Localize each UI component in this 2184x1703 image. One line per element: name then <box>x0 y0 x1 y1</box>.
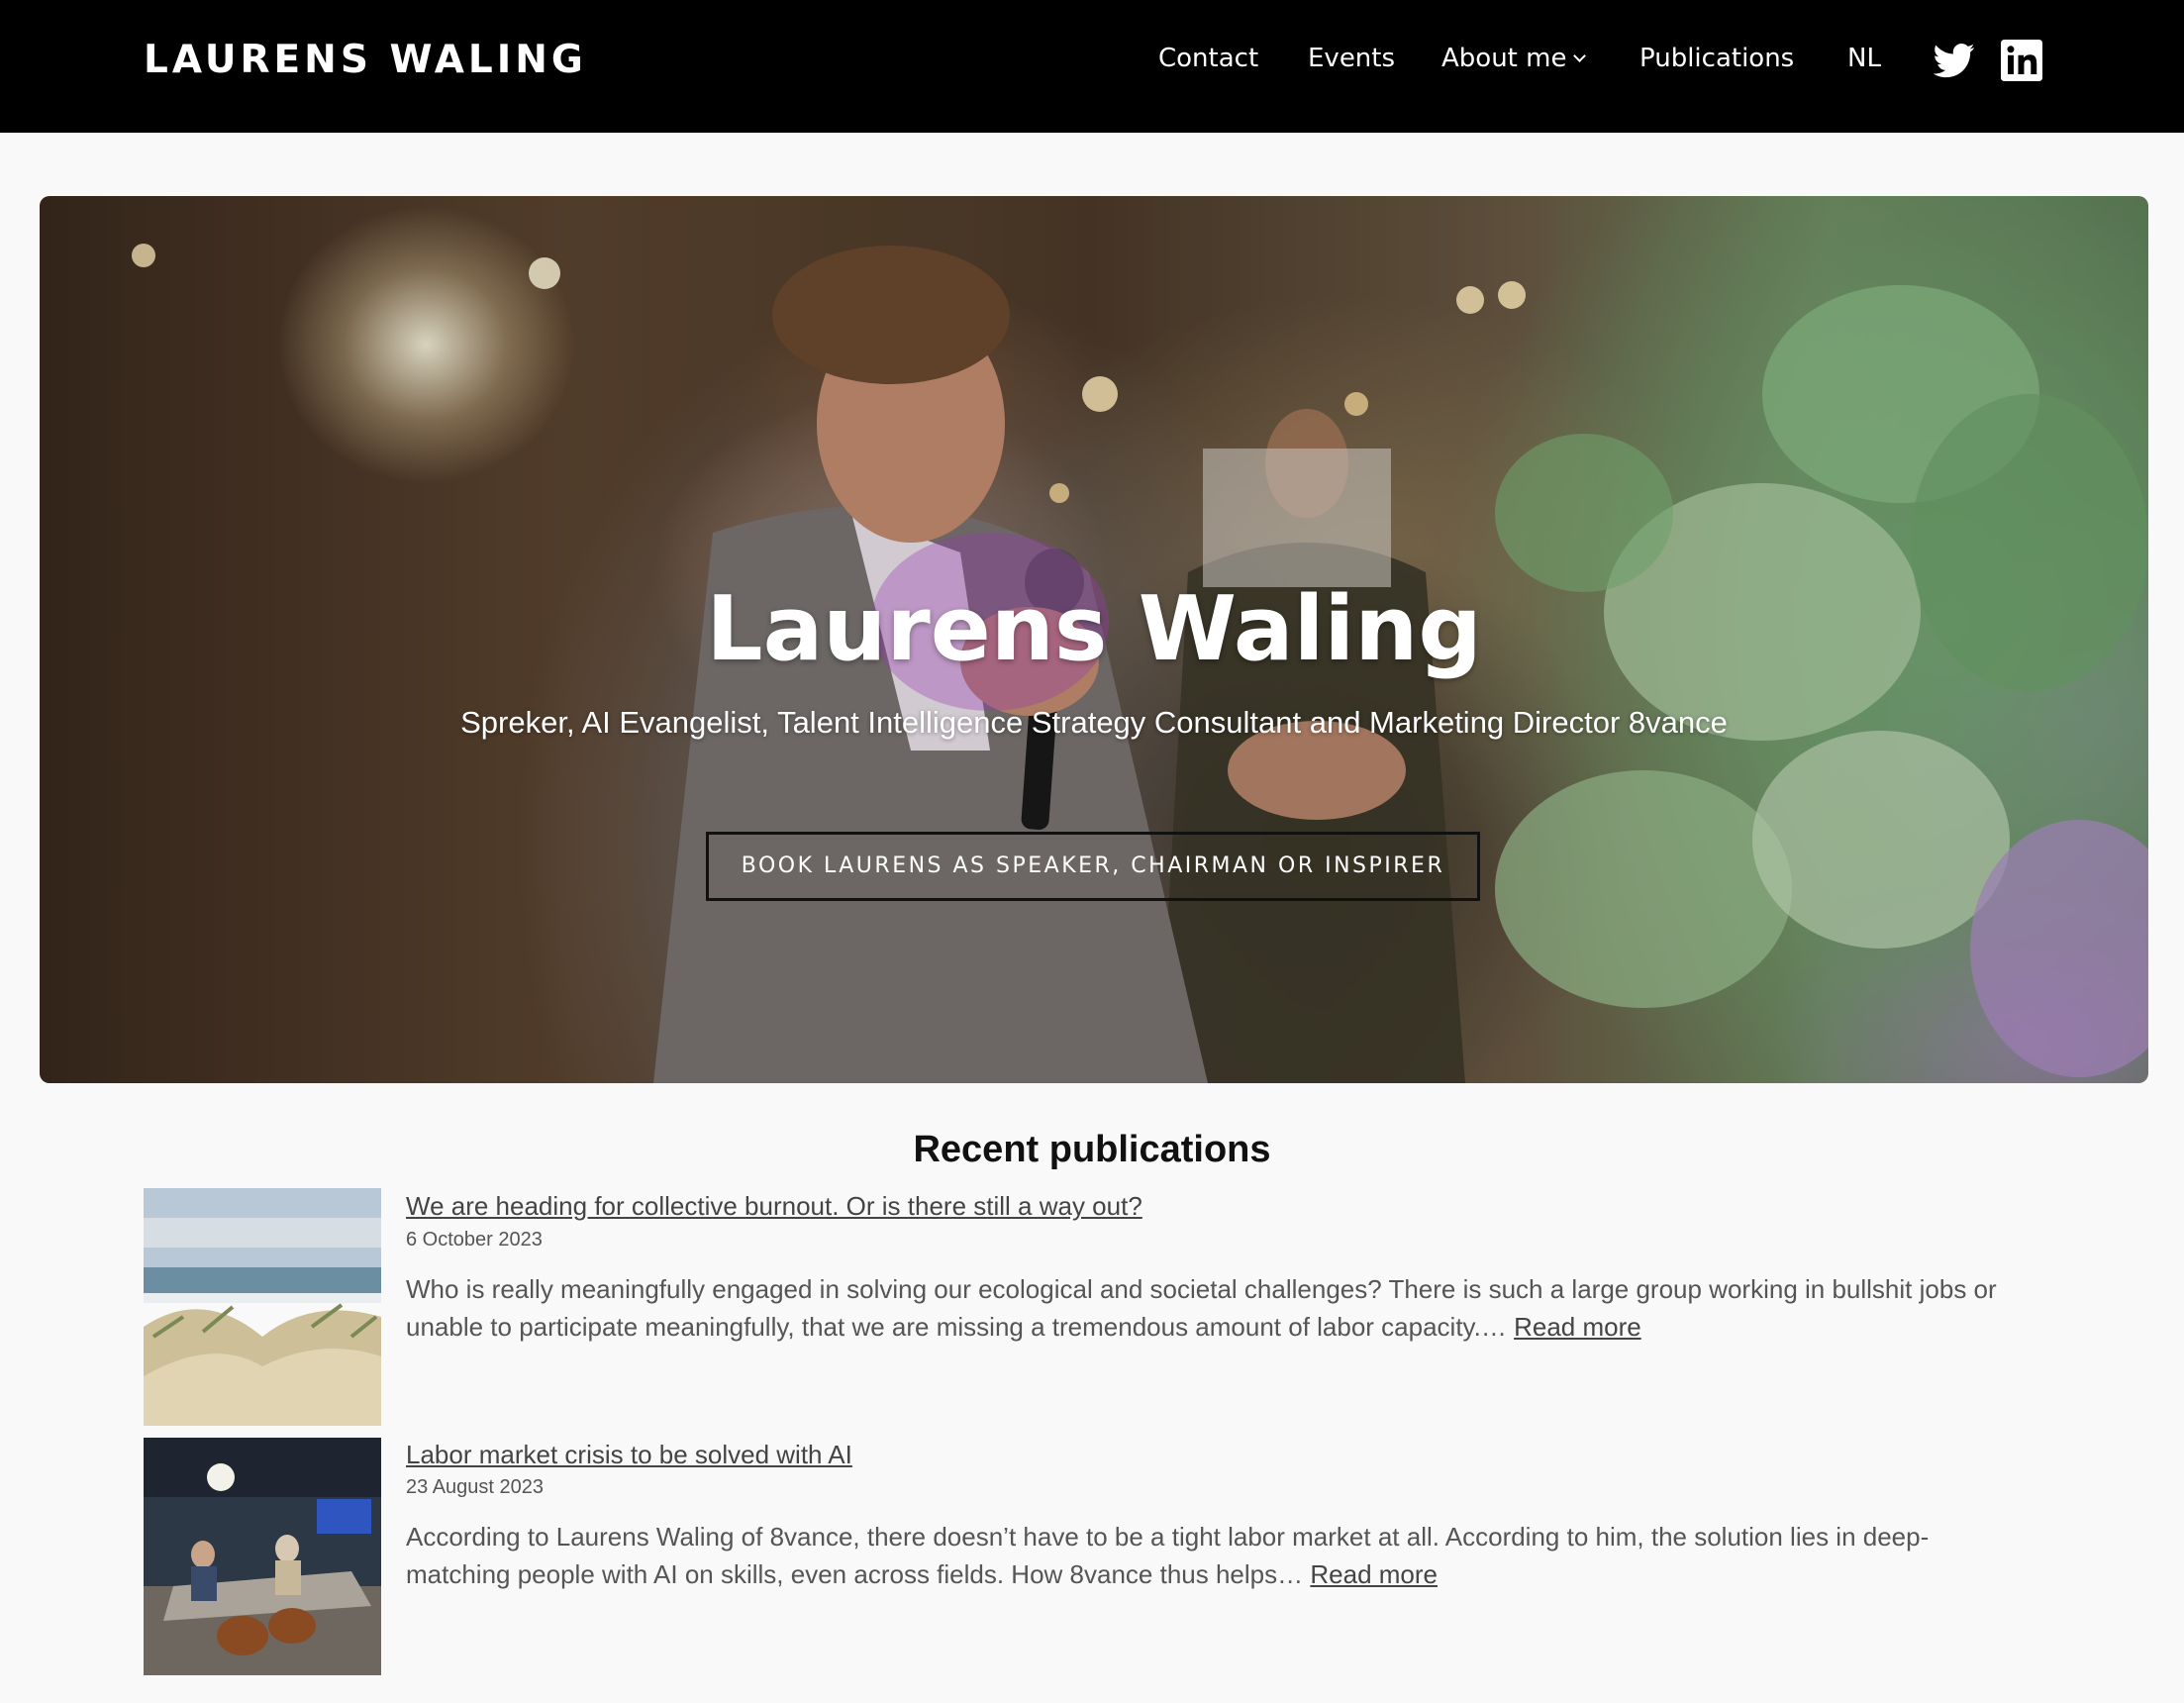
publication-date: 6 October 2023 <box>406 1229 543 1251</box>
site-logo[interactable]: LAURENS WALING <box>144 38 587 82</box>
read-more-link[interactable]: Read more <box>1310 1559 1438 1589</box>
site-header: LAURENS WALING Contact Events About me P… <box>0 0 2184 133</box>
nav-contact[interactable]: Contact <box>1158 44 1258 79</box>
publication-excerpt-text: Who is really meaningfully engaged in so… <box>406 1274 1997 1342</box>
hero-title: Laurens Waling <box>706 577 1482 681</box>
hero-banner: Laurens Waling Spreker, AI Evangelist, T… <box>40 196 2148 1083</box>
publication-title-link[interactable]: We are heading for collective burnout. O… <box>406 1191 1142 1222</box>
linkedin-icon[interactable] <box>2001 40 2042 81</box>
publication-date: 23 August 2023 <box>406 1476 545 1498</box>
publication-title-link[interactable]: Labor market crisis to be solved with AI <box>406 1440 852 1470</box>
nav-publications[interactable]: Publications <box>1639 44 1794 79</box>
nav-about-me[interactable]: About me <box>1441 44 1587 79</box>
nav-about-me-label: About me <box>1441 44 1567 73</box>
publication-thumbnail-beach[interactable] <box>144 1188 381 1426</box>
nav-language-nl[interactable]: NL <box>1847 44 1881 79</box>
recent-publications-heading: Recent publications <box>913 1129 1271 1170</box>
chevron-down-icon <box>1573 50 1587 62</box>
publication-excerpt: Who is really meaningfully engaged in so… <box>406 1270 2030 1346</box>
publication-excerpt: According to Laurens Waling of 8vance, t… <box>406 1518 2030 1593</box>
book-speaker-button[interactable]: BOOK LAURENS AS SPEAKER, CHAIRMAN OR INS… <box>706 832 1480 901</box>
nav-events[interactable]: Events <box>1308 44 1395 79</box>
twitter-icon[interactable] <box>1933 40 1975 81</box>
hero-subtitle: Spreker, AI Evangelist, Talent Intellige… <box>460 705 1728 740</box>
read-more-link[interactable]: Read more <box>1514 1312 1641 1342</box>
publication-excerpt-text: According to Laurens Waling of 8vance, t… <box>406 1522 1930 1589</box>
publication-thumbnail-studio[interactable] <box>144 1438 381 1675</box>
